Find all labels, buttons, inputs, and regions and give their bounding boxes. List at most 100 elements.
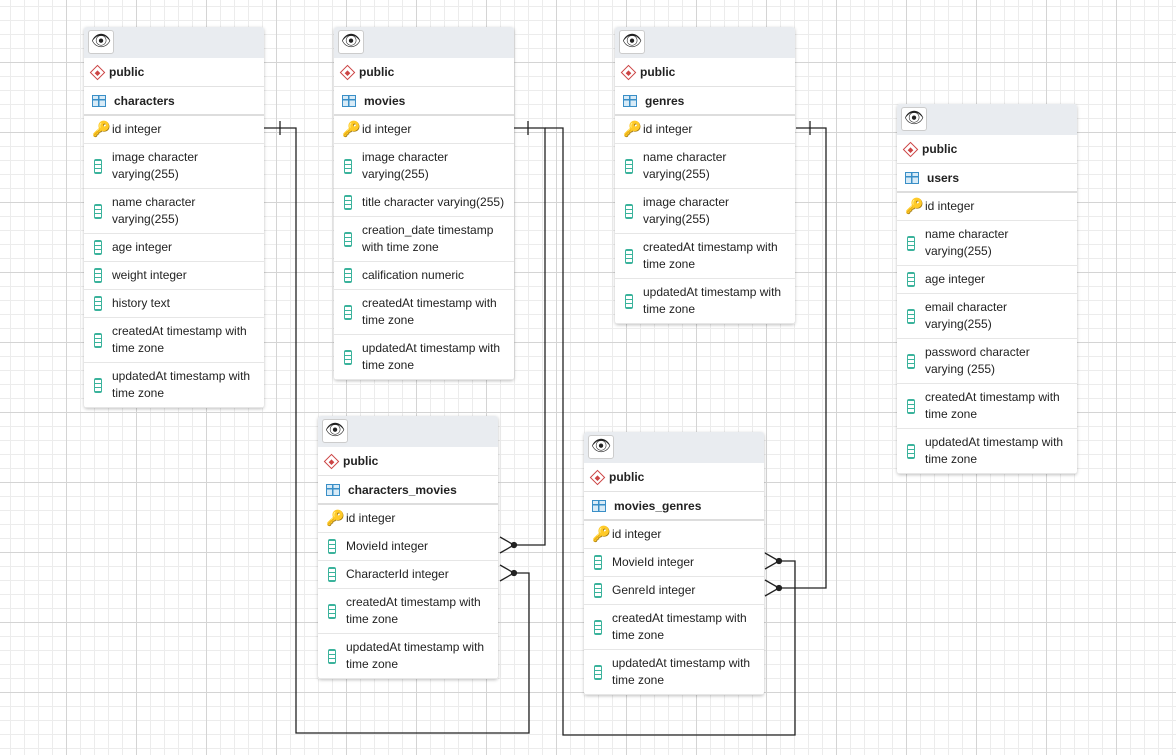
column-row[interactable]: MovieId integer (318, 533, 498, 561)
column-icon (907, 308, 915, 324)
column-row[interactable]: age integer (897, 266, 1077, 294)
column-row[interactable]: history text (84, 290, 264, 318)
column-row[interactable]: 🔑 id integer (318, 505, 498, 533)
column-row[interactable]: CharacterId integer (318, 561, 498, 589)
table-movies[interactable]: 👁 public movies 🔑 id integer image characte… (334, 27, 514, 380)
primary-key-icon: 🔑 (592, 526, 611, 543)
column-icon (94, 332, 102, 348)
column-icon (344, 268, 352, 283)
column-row[interactable]: title character varying(255) (334, 189, 514, 217)
column-icon (328, 603, 336, 619)
column-row[interactable]: updatedAt timestamp with time zone (584, 650, 764, 695)
column-row[interactable]: updatedAt timestamp with time zone (84, 363, 264, 408)
column-row[interactable]: weight integer (84, 262, 264, 290)
column-row[interactable]: password character varying (255) (897, 339, 1077, 384)
table-name-text: movies_genres (614, 498, 702, 513)
table-characters[interactable]: 👁 public characters 🔑 id integer image char… (84, 27, 264, 408)
column-text: name character varying(255) (925, 227, 1009, 258)
table-name[interactable]: characters (84, 87, 264, 116)
eye-icon[interactable]: 👁 (901, 107, 927, 131)
column-row[interactable]: name character varying(255) (897, 221, 1077, 266)
column-row[interactable]: MovieId integer (584, 549, 764, 577)
column-row[interactable]: updatedAt timestamp with time zone (615, 279, 795, 324)
column-text: age integer (112, 240, 173, 254)
table-characters-movies[interactable]: 👁 public characters_movies 🔑 id integer Mov… (318, 416, 498, 679)
column-icon (328, 539, 336, 554)
column-row[interactable]: createdAt timestamp with time zone (584, 605, 764, 650)
table-icon (92, 94, 106, 107)
column-row[interactable]: createdAt timestamp with time zone (84, 318, 264, 363)
column-row[interactable]: creation_date timestamp with time zone (334, 217, 514, 262)
column-row[interactable]: GenreId integer (584, 577, 764, 605)
column-text: createdAt timestamp with time zone (643, 240, 778, 271)
column-row[interactable]: createdAt timestamp with time zone (334, 290, 514, 335)
column-icon (594, 583, 602, 598)
column-icon (328, 567, 336, 582)
column-row[interactable]: 🔑 id integer (584, 521, 764, 549)
column-text: email character varying(255) (925, 300, 1008, 331)
column-icon (344, 195, 352, 210)
column-row[interactable]: age integer (84, 234, 264, 262)
column-icon (625, 248, 633, 264)
column-row[interactable]: 🔑 id integer (84, 116, 264, 144)
eye-icon[interactable]: 👁 (322, 419, 348, 443)
schema-icon (339, 64, 356, 80)
table-icon (623, 94, 637, 107)
schema-label: public (615, 58, 795, 87)
column-row[interactable]: email character varying(255) (897, 294, 1077, 339)
column-text: updatedAt timestamp with time zone (346, 640, 485, 671)
column-row[interactable]: updatedAt timestamp with time zone (334, 335, 514, 380)
column-row[interactable]: image character varying(255) (615, 189, 795, 234)
table-movies-genres[interactable]: 👁 public movies_genres 🔑 id integer MovieId… (584, 432, 764, 695)
column-text: name character varying(255) (643, 150, 727, 181)
eye-icon[interactable]: 👁 (619, 30, 645, 54)
column-row[interactable]: updatedAt timestamp with time zone (897, 429, 1077, 474)
table-name[interactable]: movies_genres (584, 492, 764, 521)
column-text: image character varying(255) (643, 195, 730, 226)
column-icon (907, 443, 915, 459)
column-row[interactable]: createdAt timestamp with time zone (897, 384, 1077, 429)
column-row[interactable]: createdAt timestamp with time zone (615, 234, 795, 279)
column-icon (94, 203, 102, 219)
column-text: id integer (346, 511, 396, 525)
table-genres[interactable]: 👁 public genres 🔑 id integer name character… (615, 27, 795, 324)
column-text: updatedAt timestamp with time zone (362, 341, 501, 372)
column-row[interactable]: name character varying(255) (615, 144, 795, 189)
eye-icon[interactable]: 👁 (88, 30, 114, 54)
table-header: 👁 (897, 104, 1077, 135)
schema-name: public (359, 65, 395, 79)
schema-label: public (584, 463, 764, 492)
schema-label: public (84, 58, 264, 87)
column-icon (94, 296, 102, 311)
column-row[interactable]: calification numeric (334, 262, 514, 290)
column-row[interactable]: createdAt timestamp with time zone (318, 589, 498, 634)
column-row[interactable]: image character varying(255) (84, 144, 264, 189)
table-icon (342, 94, 356, 107)
table-users[interactable]: 👁 public users 🔑 id integer name character … (897, 104, 1077, 474)
table-name[interactable]: users (897, 164, 1077, 193)
column-row[interactable]: image character varying(255) (334, 144, 514, 189)
table-name-text: characters (114, 93, 175, 108)
column-row[interactable]: 🔑 id integer (615, 116, 795, 144)
table-name[interactable]: characters_movies (318, 476, 498, 505)
column-row[interactable]: updatedAt timestamp with time zone (318, 634, 498, 679)
table-name[interactable]: genres (615, 87, 795, 116)
eye-icon[interactable]: 👁 (588, 435, 614, 459)
schema-icon (620, 64, 637, 80)
column-row[interactable]: 🔑 id integer (897, 193, 1077, 221)
schema-label: public (318, 447, 498, 476)
column-text: age integer (925, 272, 986, 286)
schema-name: public (343, 454, 379, 468)
column-row[interactable]: 🔑 id integer (334, 116, 514, 144)
column-icon (907, 235, 915, 251)
column-text: id integer (112, 122, 162, 136)
column-text: updatedAt timestamp with time zone (612, 656, 751, 687)
column-icon (344, 349, 352, 365)
column-text: history text (112, 296, 171, 310)
column-row[interactable]: name character varying(255) (84, 189, 264, 234)
table-name-text: movies (364, 93, 406, 108)
column-text: updatedAt timestamp with time zone (112, 369, 251, 400)
table-name[interactable]: movies (334, 87, 514, 116)
eye-icon[interactable]: 👁 (338, 30, 364, 54)
table-icon (905, 171, 919, 184)
